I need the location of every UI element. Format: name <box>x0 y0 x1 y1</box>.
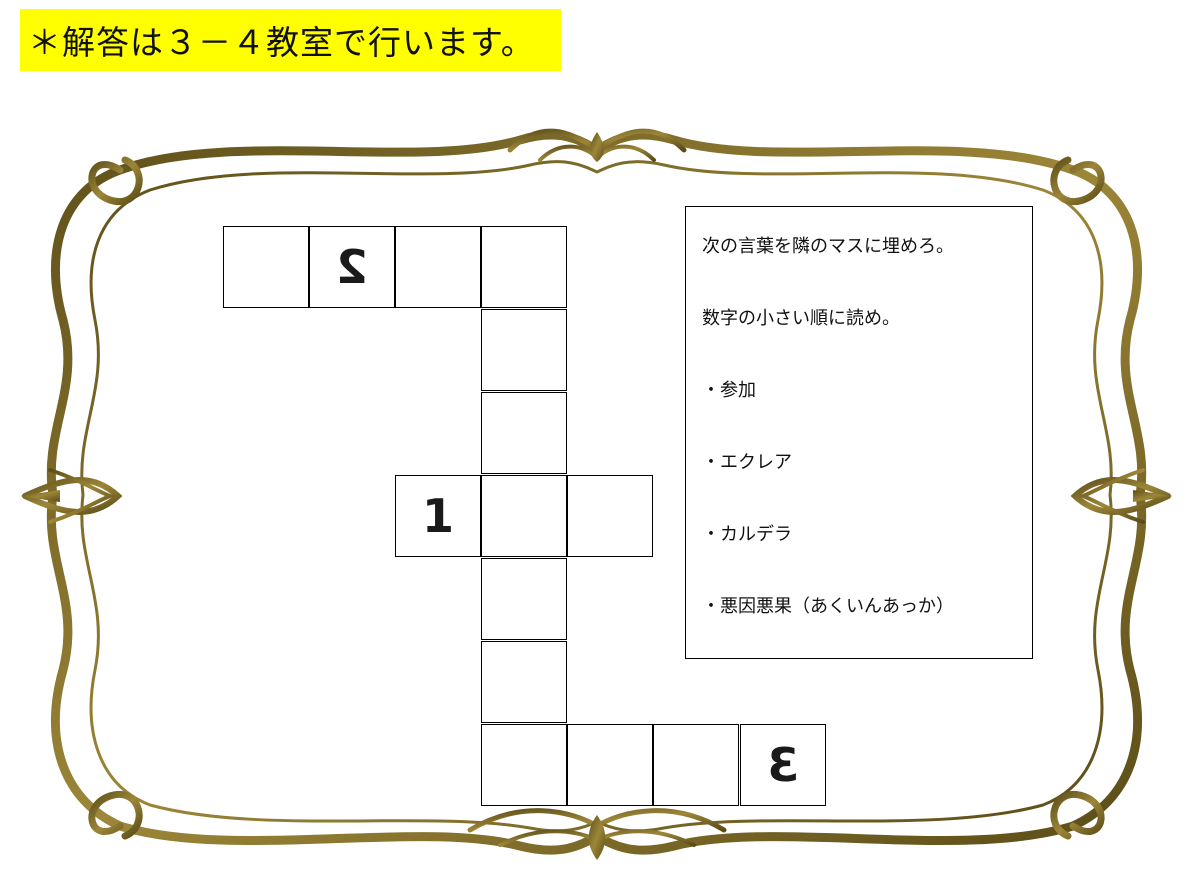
grid-cell[interactable] <box>481 392 567 474</box>
grid-cell[interactable] <box>481 309 567 391</box>
clue-box: 次の言葉を隣のマスに埋めろ。 数字の小さい順に読め。 ・参加 ・エクレア ・カル… <box>685 206 1033 659</box>
instruction-fill-words: 次の言葉を隣のマスに埋めろ。 <box>702 236 954 257</box>
grid-cell[interactable] <box>481 641 567 723</box>
grid-cell-clue-1[interactable]: 1 <box>395 475 481 557</box>
grid-cell-clue-3[interactable]: 3 <box>740 724 826 806</box>
clue-item: ・エクレア <box>702 452 792 473</box>
clue-item: ・悪因悪果（あくいんあっか） <box>702 596 954 617</box>
grid-cell-clue-2[interactable]: 2 <box>309 226 395 308</box>
grid-cell[interactable] <box>481 558 567 640</box>
grid-cell[interactable] <box>481 226 567 308</box>
grid-cell[interactable] <box>481 475 567 557</box>
clue-number-2: 2 <box>335 240 368 294</box>
grid-cell[interactable] <box>223 226 309 308</box>
grid-cell[interactable] <box>567 724 653 806</box>
clue-item: ・参加 <box>702 380 756 401</box>
answer-location-banner: ＊解答は３－４教室で行います。 <box>20 9 561 71</box>
grid-cell[interactable] <box>481 724 567 806</box>
clue-item: ・カルデラ <box>702 524 792 545</box>
grid-cell[interactable] <box>653 724 739 806</box>
instruction-read-order: 数字の小さい順に読め。 <box>702 308 900 329</box>
clue-number-1: 1 <box>421 489 454 543</box>
clue-number-3: 3 <box>766 738 799 792</box>
banner-text: ＊解答は３－４教室で行います。 <box>28 23 535 62</box>
grid-cell[interactable] <box>567 475 653 557</box>
grid-cell[interactable] <box>395 226 481 308</box>
